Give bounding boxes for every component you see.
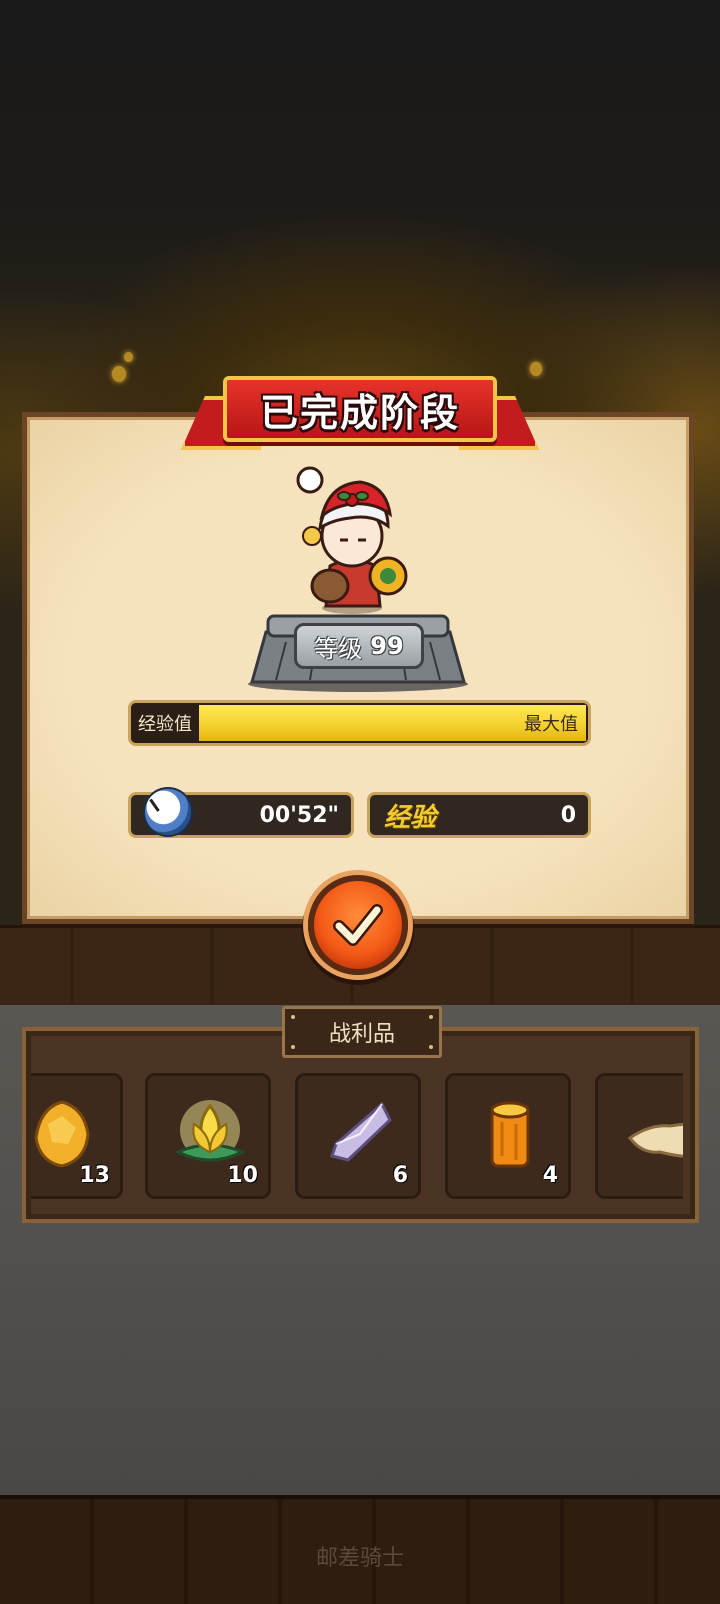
checkmark-icon: [333, 904, 383, 946]
exp-gain-box: 经验 0: [367, 792, 591, 838]
exp-value: 0: [560, 802, 576, 828]
loot-item-count: 6: [392, 1163, 408, 1188]
loot-item-gold-ore[interactable]: 13: [31, 1073, 123, 1199]
stage-complete-title: 已完成阶段: [259, 390, 460, 435]
loot-item-wood-log[interactable]: 4: [445, 1073, 571, 1199]
ribbon-banner: 已完成阶段: [223, 376, 497, 442]
gold-ore-icon: [34, 1100, 90, 1168]
confirm-button[interactable]: [308, 875, 408, 975]
xp-label: 经验值: [131, 703, 199, 743]
loot-item-lotus[interactable]: 10: [145, 1073, 271, 1199]
stage-time-value: 00'52": [259, 802, 339, 828]
loot-item-cloth[interactable]: [595, 1073, 683, 1199]
xp-status-text: 最大值: [524, 714, 578, 735]
plate-rivet: [429, 1045, 433, 1049]
xp-progress-bar: 经验值 最大值: [128, 700, 591, 746]
level-label: 等级: [314, 634, 363, 663]
title-ribbon: 已完成阶段: [181, 376, 539, 458]
level-value: 99: [370, 632, 404, 660]
gold-nugget-decoration: [530, 362, 542, 376]
plate-rivet: [291, 1045, 295, 1049]
crystal-icon: [330, 1101, 392, 1162]
cloth-icon: [627, 1122, 683, 1158]
gold-nugget-decoration: [124, 352, 133, 362]
footer-text: 邮差骑士: [315, 1546, 404, 1571]
level-plate: 等级 99: [294, 623, 424, 669]
plate-rivet: [429, 1015, 433, 1019]
plate-rivet: [291, 1015, 295, 1019]
wood-log-icon: [490, 1101, 530, 1168]
hero-character-image: [296, 466, 408, 614]
loot-title: 战利品: [328, 1022, 395, 1047]
gold-nugget-decoration: [112, 366, 126, 382]
loot-item-list[interactable]: 13 10 6 4: [31, 1073, 683, 1203]
lotus-icon: [174, 1100, 246, 1162]
exp-label: 经验: [384, 802, 437, 833]
loot-item-count: 10: [227, 1163, 258, 1188]
loot-item-crystal[interactable]: 6: [295, 1073, 421, 1199]
loot-title-plate: 战利品: [282, 1006, 442, 1058]
loot-item-count: 13: [79, 1163, 110, 1188]
loot-item-count: 4: [542, 1163, 558, 1188]
stage-time-box: 00'52": [128, 787, 354, 838]
stopwatch-icon: [143, 787, 193, 837]
